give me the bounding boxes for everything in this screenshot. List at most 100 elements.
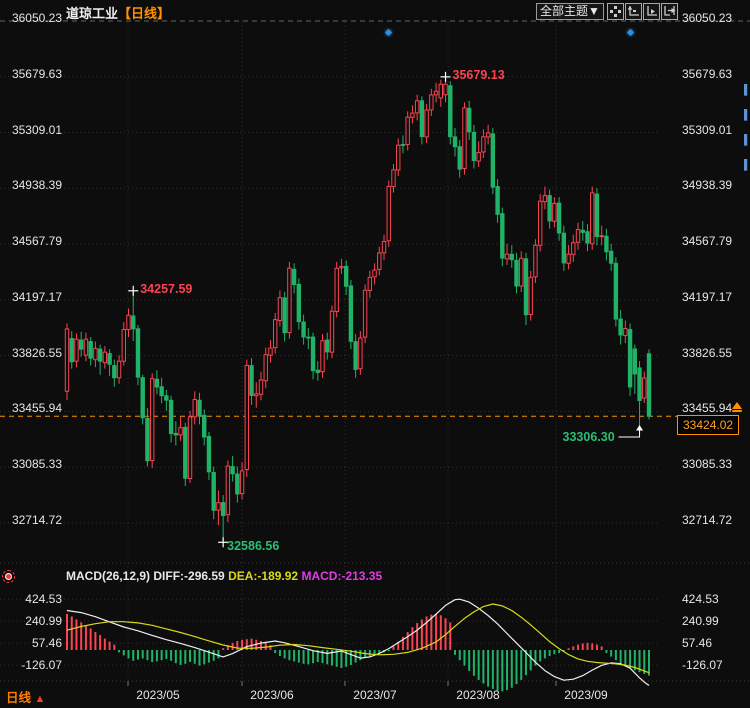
macd-diff-value: DIFF:-296.59: [153, 569, 224, 583]
right-edge-truncated-tab[interactable]: ▍: [744, 84, 750, 96]
price-axis-label: 34567.79: [0, 234, 62, 248]
candle-body: [302, 322, 305, 337]
candle-body: [108, 354, 111, 365]
candle-body: [614, 263, 617, 319]
candle-body: [307, 337, 310, 338]
candle-body: [586, 232, 589, 243]
candle-body: [122, 330, 125, 362]
macd-axis-label: -126.07: [682, 658, 723, 672]
candle-body: [179, 428, 182, 435]
price-axis-label: 34938.39: [0, 178, 62, 192]
candle-body: [576, 230, 579, 243]
price-axis-label: 34938.39: [682, 178, 732, 192]
macd-indicator-header[interactable]: MACD(26,12,9) DIFF:-296.59 DEA:-189.92 M…: [66, 569, 382, 583]
candle-body: [378, 253, 381, 269]
macd-axis-label: -126.07: [0, 658, 62, 672]
candle-body: [359, 338, 362, 369]
candle-body: [250, 366, 253, 396]
candle-body: [425, 110, 428, 137]
annotation-high-may: 34257.59: [140, 282, 192, 296]
candle-body: [344, 266, 347, 286]
candle-body: [184, 427, 187, 478]
candle-body: [316, 370, 319, 372]
candle-body: [340, 267, 343, 268]
theme-selector-dropdown[interactable]: 全部主题▼: [536, 3, 604, 20]
candle-body: [283, 298, 286, 333]
candle-body: [600, 236, 603, 237]
candle-body: [472, 132, 475, 160]
axis-scale-right-icon[interactable]: [643, 3, 660, 20]
candle-body: [79, 340, 82, 349]
dif-line: [67, 599, 649, 685]
candle-body: [534, 245, 537, 277]
candle-body: [392, 170, 395, 187]
candlestick-chart-canvas[interactable]: [0, 0, 750, 708]
price-axis-label: 33455.94: [682, 401, 732, 415]
candle-body: [373, 270, 376, 277]
candle-body: [212, 473, 215, 511]
candle-body: [520, 258, 523, 286]
axis-pan-icon[interactable]: [661, 3, 678, 20]
candle-body: [524, 259, 527, 315]
candle-body: [557, 203, 560, 233]
candle-body: [288, 268, 291, 332]
candle-body: [562, 233, 565, 263]
candle-body: [141, 378, 144, 418]
candle-body: [84, 339, 87, 355]
candle-body: [430, 95, 433, 110]
candle-body: [439, 84, 442, 98]
candle-body: [236, 474, 239, 494]
right-edge-truncated-tab[interactable]: ▍: [744, 109, 750, 121]
candle-body: [255, 394, 258, 396]
price-axis-label: 34567.79: [682, 234, 732, 248]
candle-body: [155, 379, 158, 387]
candle-body: [269, 348, 272, 355]
price-axis-label: 33826.55: [0, 346, 62, 360]
candle-body: [354, 342, 357, 370]
candle-body: [538, 201, 541, 245]
price-axis-label: 35679.63: [0, 67, 62, 81]
period-toggle[interactable]: 日线 ▲: [6, 687, 45, 706]
price-axis-label: 35679.63: [682, 67, 732, 81]
price-marker-arrow-icon[interactable]: [730, 402, 744, 415]
axis-scale-left-icon[interactable]: [625, 3, 642, 20]
macd-name: MACD(26,12,9): [66, 569, 150, 583]
annotation-peak-high: 35679.13: [453, 68, 505, 82]
low-connector-arrow: [636, 425, 643, 431]
candle-body: [226, 466, 229, 515]
right-edge-truncated-tab[interactable]: ▍: [744, 134, 750, 146]
dea-line: [67, 604, 649, 673]
candle-body: [406, 117, 409, 144]
candle-body: [117, 361, 120, 378]
indicator-settings-icon[interactable]: [2, 570, 15, 583]
candle-body: [326, 340, 329, 352]
candle-body: [553, 203, 556, 221]
current-price-box: 33424.02: [677, 415, 739, 435]
candle-body: [98, 349, 101, 361]
period-label: 日线: [6, 691, 31, 705]
price-axis-label: 32714.72: [682, 513, 732, 527]
macd-axis-label: 240.99: [0, 614, 62, 628]
candle-body: [292, 269, 295, 284]
candle-body: [609, 251, 612, 263]
candle-body: [482, 137, 485, 152]
candle-body: [203, 415, 206, 437]
candle-body: [486, 133, 489, 137]
candle-body: [113, 366, 116, 378]
candle-body: [401, 144, 404, 145]
candle-body: [198, 400, 201, 416]
candle-body: [150, 379, 153, 461]
candle-body: [453, 137, 456, 147]
right-edge-truncated-tab[interactable]: ▍: [744, 159, 750, 171]
move-grid-icon[interactable]: [607, 3, 624, 20]
candle-body: [330, 311, 333, 352]
candle-body: [132, 316, 135, 329]
price-axis-label: 33085.33: [0, 457, 62, 471]
candle-body: [491, 134, 494, 187]
candle-body: [75, 339, 78, 361]
candle-body: [136, 329, 139, 377]
candle-body: [146, 418, 149, 460]
candle-body: [335, 268, 338, 311]
price-axis-label: 36050.23: [0, 11, 62, 25]
candle-body: [259, 380, 262, 394]
